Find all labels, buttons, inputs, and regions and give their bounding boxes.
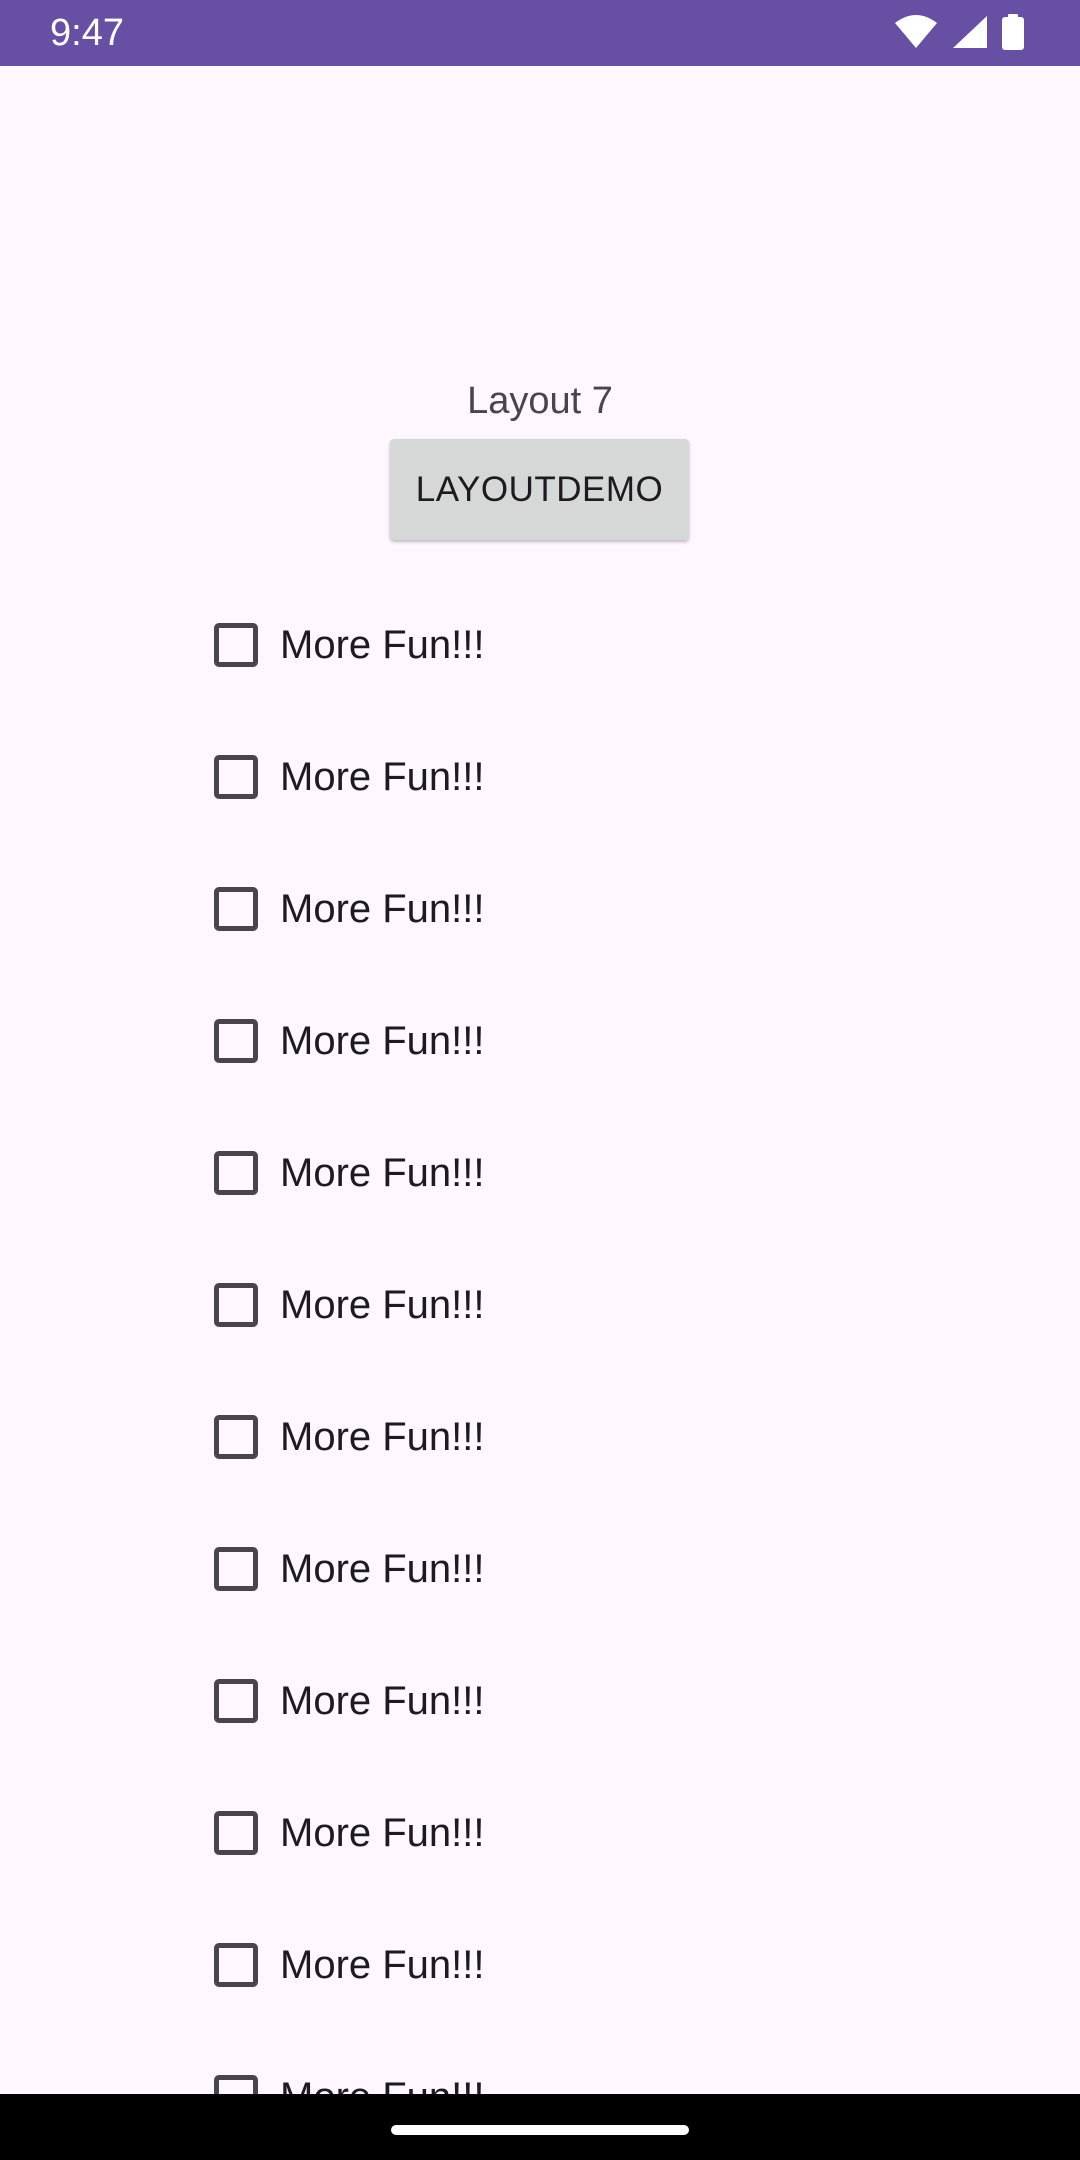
checkbox-item[interactable]: More Fun!!!: [214, 579, 914, 711]
layoutdemo-button[interactable]: LAYOUTDEMO: [390, 439, 689, 540]
checkbox-item[interactable]: More Fun!!!: [214, 1767, 914, 1899]
main-content: Layout 7 LAYOUTDEMO More Fun!!! More Fun!…: [0, 66, 1080, 2094]
checkbox-item[interactable]: More Fun!!!: [214, 975, 914, 1107]
checkbox-label: More Fun!!!: [280, 1019, 485, 1063]
checkbox-square-icon[interactable]: [214, 755, 258, 799]
checkbox-label: More Fun!!!: [280, 1943, 485, 1987]
battery-icon: [1002, 14, 1024, 50]
checkbox-square-icon[interactable]: [214, 1415, 258, 1459]
home-gesture-handle[interactable]: [391, 2125, 689, 2135]
checkbox-item[interactable]: More Fun!!!: [214, 1239, 914, 1371]
wifi-icon: [895, 15, 937, 48]
cell-signal-icon: [953, 16, 987, 48]
checkbox-label: More Fun!!!: [280, 623, 485, 667]
checkbox-item[interactable]: More Fun!!!: [214, 2031, 914, 2094]
checkbox-label: More Fun!!!: [280, 887, 485, 931]
checkbox-square-icon[interactable]: [214, 1019, 258, 1063]
checkbox-label: More Fun!!!: [280, 1811, 485, 1855]
checkbox-square-icon[interactable]: [214, 623, 258, 667]
checkbox-square-icon[interactable]: [214, 1151, 258, 1195]
checkbox-label: More Fun!!!: [280, 755, 485, 799]
checkbox-item[interactable]: More Fun!!!: [214, 1371, 914, 1503]
status-icons: [894, 14, 1024, 50]
status-bar: 9:47: [0, 0, 1080, 66]
checkbox-item[interactable]: More Fun!!!: [214, 1899, 914, 2031]
checkbox-item[interactable]: More Fun!!!: [214, 711, 914, 843]
page-title: Layout 7: [467, 380, 613, 422]
checkbox-label: More Fun!!!: [280, 1547, 485, 1591]
checkbox-square-icon[interactable]: [214, 1679, 258, 1723]
checkbox-square-icon[interactable]: [214, 1811, 258, 1855]
checkbox-square-icon[interactable]: [214, 1547, 258, 1591]
checkbox-label: More Fun!!!: [280, 1283, 485, 1327]
checkbox-square-icon[interactable]: [214, 1283, 258, 1327]
checkbox-label: More Fun!!!: [280, 1151, 485, 1195]
checkbox-list: More Fun!!! More Fun!!! More Fun!!! More Fu…: [214, 579, 914, 2094]
checkbox-square-icon[interactable]: [214, 2075, 258, 2094]
checkbox-item[interactable]: More Fun!!!: [214, 843, 914, 975]
status-time: 9:47: [50, 12, 124, 54]
checkbox-item[interactable]: More Fun!!!: [214, 1635, 914, 1767]
checkbox-item[interactable]: More Fun!!!: [214, 1107, 914, 1239]
navigation-bar: [0, 2094, 1080, 2160]
checkbox-square-icon[interactable]: [214, 1943, 258, 1987]
checkbox-item[interactable]: More Fun!!!: [214, 1503, 914, 1635]
checkbox-label: More Fun!!!: [280, 2073, 485, 2094]
checkbox-label: More Fun!!!: [280, 1415, 485, 1459]
checkbox-label: More Fun!!!: [280, 1679, 485, 1723]
checkbox-square-icon[interactable]: [214, 887, 258, 931]
